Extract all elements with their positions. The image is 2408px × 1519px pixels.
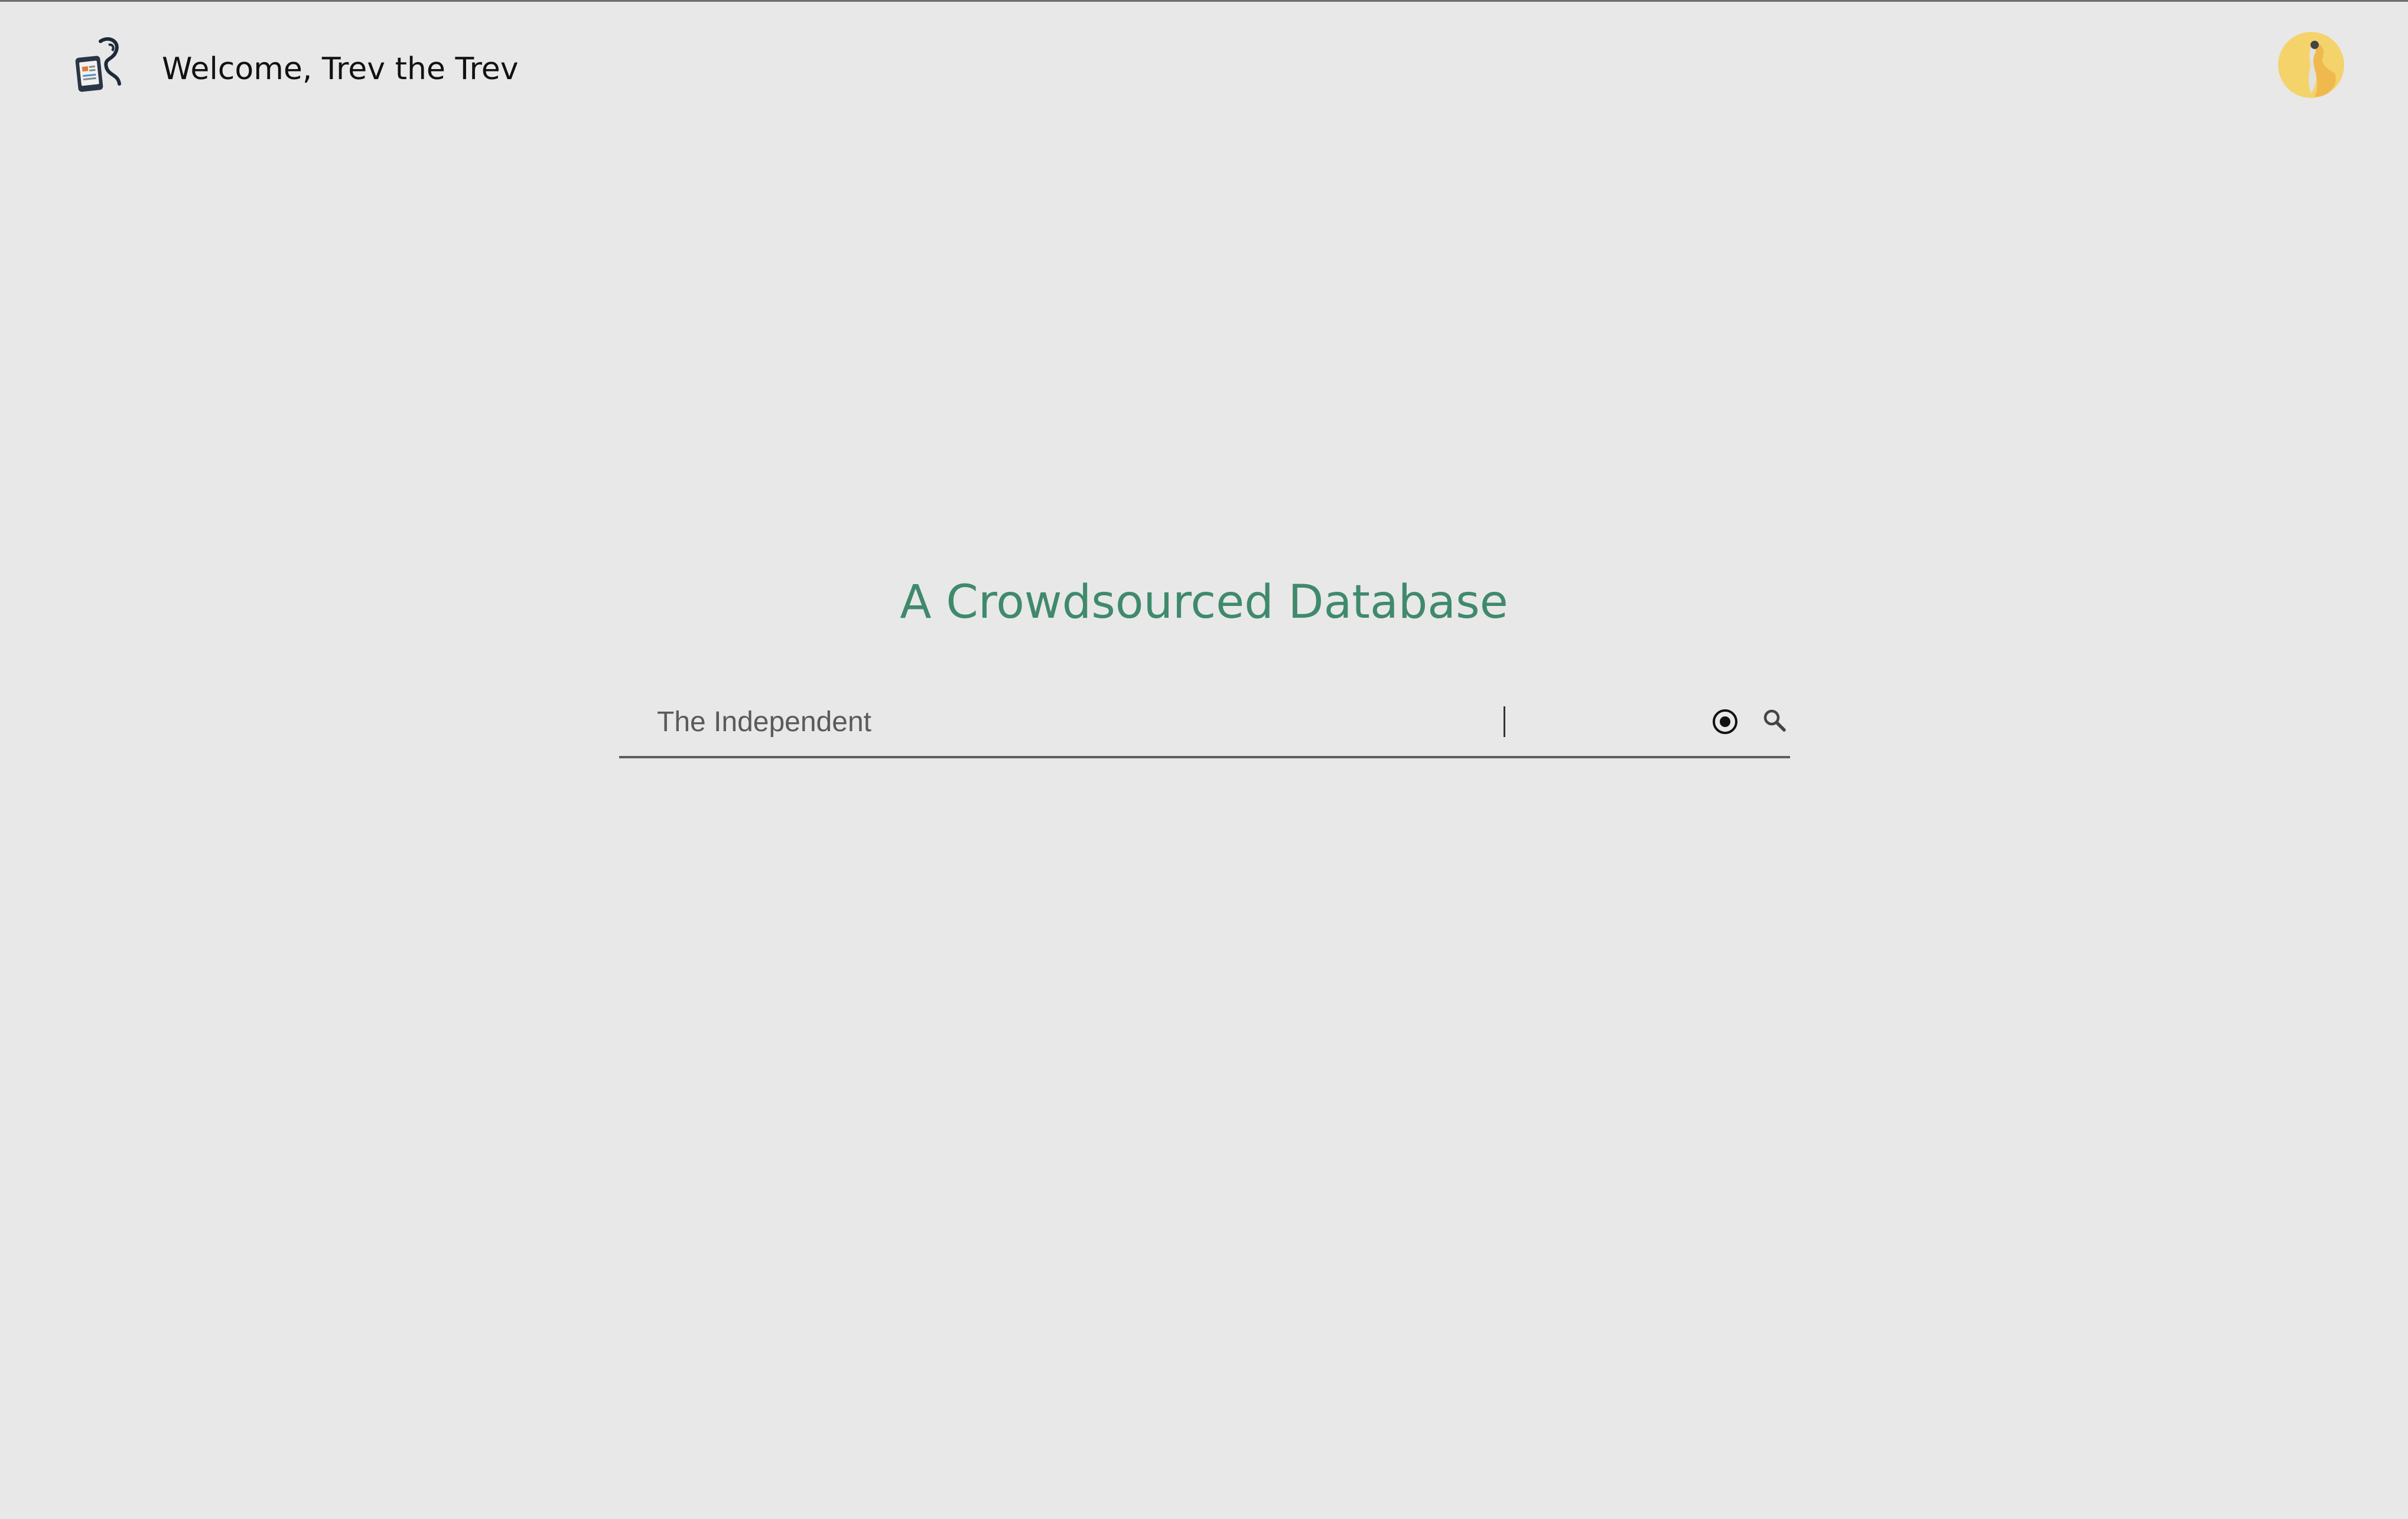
user-avatar-icon[interactable] bbox=[2278, 32, 2344, 98]
search-icon[interactable] bbox=[1762, 708, 1788, 734]
badge-lanyard-icon[interactable] bbox=[73, 37, 122, 96]
radio-target-icon[interactable] bbox=[1711, 708, 1739, 736]
search-bar bbox=[619, 685, 1790, 758]
welcome-message: Welcome, Trev the Trev bbox=[162, 51, 519, 87]
app-header: Welcome, Trev the Trev bbox=[0, 0, 2408, 142]
text-cursor bbox=[1504, 706, 1505, 737]
search-input[interactable] bbox=[657, 697, 1649, 747]
page-title: A Crowdsourced Database bbox=[900, 576, 1508, 629]
